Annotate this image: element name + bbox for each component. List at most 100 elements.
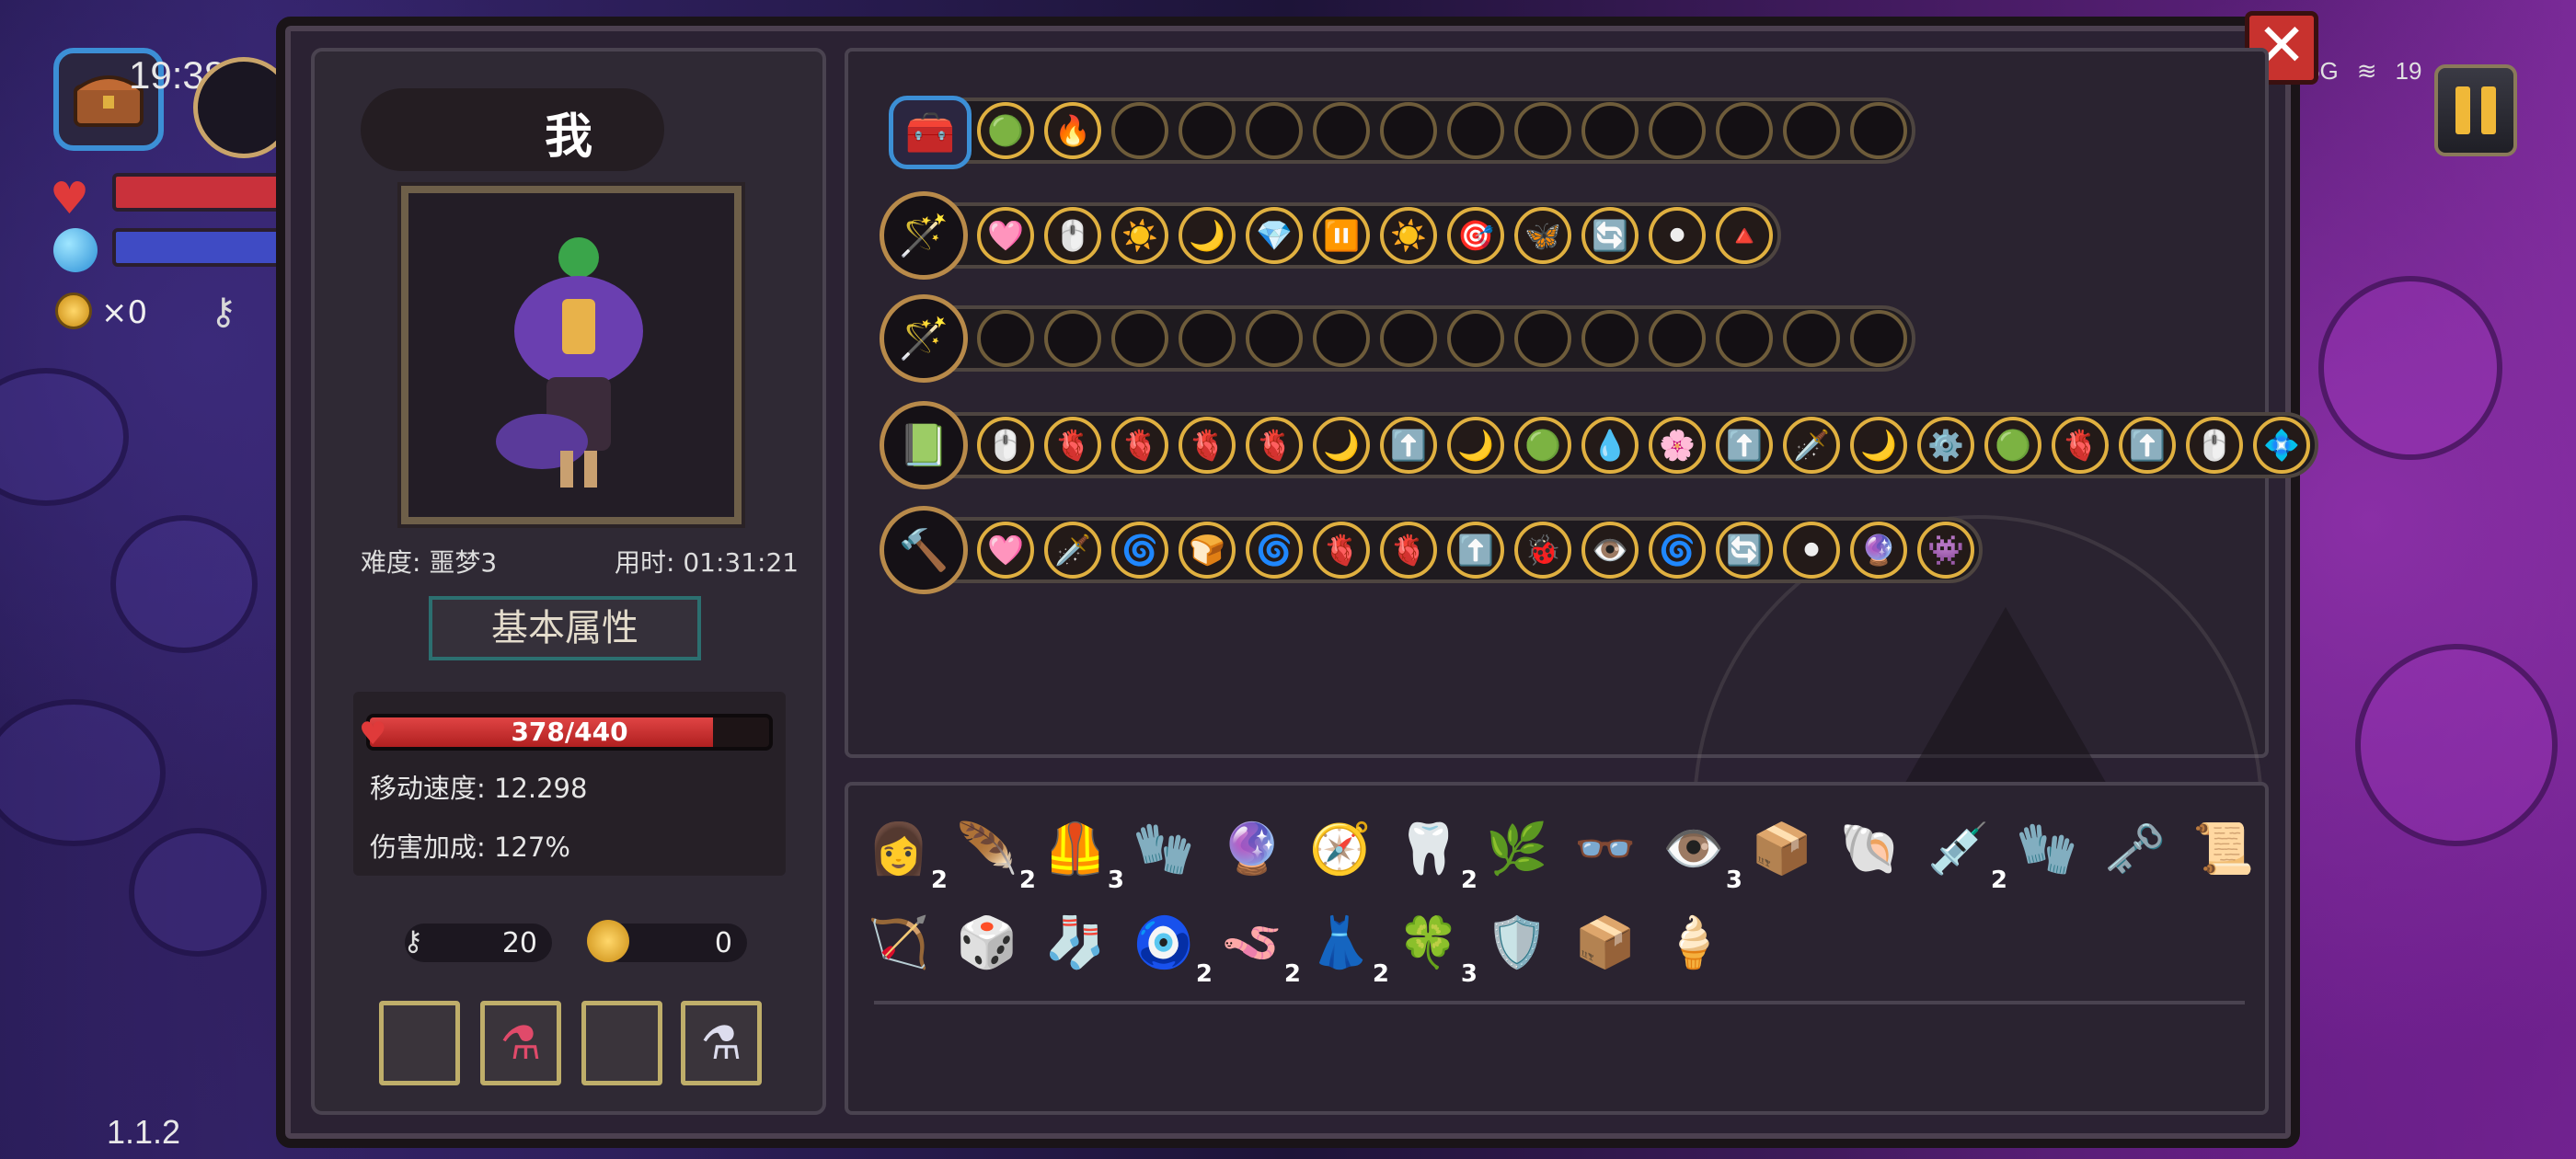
relic-item[interactable]: 🔮 bbox=[1213, 809, 1292, 889]
rune-slot-filled[interactable]: ⏸️ bbox=[1313, 207, 1370, 264]
staff-icon[interactable]: 🪄 bbox=[880, 294, 968, 383]
hammer-icon[interactable]: 🔨 bbox=[880, 506, 968, 594]
rune-slot-filled[interactable]: 🔄 bbox=[1716, 522, 1773, 579]
rune-slot-filled[interactable]: ⚙️ bbox=[1917, 417, 1974, 474]
rune-slot-empty[interactable] bbox=[1313, 102, 1370, 159]
rune-slot-filled[interactable]: 🖱️ bbox=[977, 417, 1034, 474]
rune-slot-filled[interactable]: 💧 bbox=[1581, 417, 1639, 474]
rune-slot-filled[interactable]: 🔥 bbox=[1044, 102, 1101, 159]
rune-slot-filled[interactable]: ⬆️ bbox=[1447, 522, 1504, 579]
relic-item[interactable]: 📜 bbox=[2184, 809, 2263, 889]
relic-item[interactable]: 🧭 bbox=[1301, 809, 1380, 889]
rune-slot-empty[interactable] bbox=[1111, 102, 1168, 159]
relic-item[interactable]: 🦺 3 bbox=[1036, 809, 1124, 894]
consumable-slot-1[interactable] bbox=[379, 1001, 460, 1085]
rune-slot-filled[interactable]: 🖱️ bbox=[1044, 207, 1101, 264]
rune-slot-filled[interactable]: 🌙 bbox=[1179, 207, 1236, 264]
relic-item[interactable]: 🍦 bbox=[1654, 903, 1733, 982]
relic-item[interactable]: 🪶 2 bbox=[948, 809, 1036, 894]
rune-slot-empty[interactable] bbox=[1447, 310, 1504, 367]
relic-item[interactable]: 🗝️ bbox=[2096, 809, 2175, 889]
rune-slot-filled[interactable]: 🐞 bbox=[1514, 522, 1571, 579]
relic-item[interactable]: 🧦 bbox=[1036, 903, 1115, 982]
rune-slot-filled[interactable]: 🌙 bbox=[1447, 417, 1504, 474]
rune-slot-filled[interactable]: ☀️ bbox=[1111, 207, 1168, 264]
rune-slot-filled[interactable]: 🌙 bbox=[1850, 417, 1907, 474]
relic-item[interactable]: 👗 2 bbox=[1301, 903, 1389, 988]
rune-slot-filled[interactable]: 🔄 bbox=[1581, 207, 1639, 264]
pause-button[interactable] bbox=[2434, 64, 2517, 156]
relic-item[interactable]: 🌿 bbox=[1478, 809, 1557, 889]
staff-icon[interactable]: 🪄 bbox=[880, 191, 968, 280]
relic-item[interactable]: 🦷 2 bbox=[1389, 809, 1478, 894]
rune-slot-empty[interactable] bbox=[1246, 310, 1303, 367]
chest-icon[interactable]: 🧰 bbox=[889, 96, 972, 169]
rune-slot-filled[interactable]: ⬆️ bbox=[1716, 417, 1773, 474]
rune-slot-empty[interactable] bbox=[1783, 310, 1840, 367]
rune-slot-empty[interactable] bbox=[1179, 310, 1236, 367]
tab-basic-attributes[interactable]: 基本属性 bbox=[429, 596, 701, 660]
rune-slot-filled[interactable]: 🟢 bbox=[1514, 417, 1571, 474]
rune-slot-empty[interactable] bbox=[1447, 102, 1504, 159]
rune-slot-filled[interactable]: ⬆️ bbox=[2119, 417, 2176, 474]
rune-slot-filled[interactable]: 👁️ bbox=[1581, 522, 1639, 579]
relic-item[interactable]: 🧤 bbox=[1124, 809, 1203, 889]
rune-slot-filled[interactable]: 🟢 bbox=[977, 102, 1034, 159]
book-icon[interactable]: 📗 bbox=[880, 401, 968, 489]
rune-slot-filled[interactable]: 🌀 bbox=[1649, 522, 1706, 579]
rune-slot-filled[interactable]: ⚫ bbox=[1783, 522, 1840, 579]
relic-item[interactable]: 🧿 2 bbox=[1124, 903, 1213, 988]
rune-slot-filled[interactable]: 🔺 bbox=[1716, 207, 1773, 264]
rune-slot-filled[interactable]: 🔮 bbox=[1850, 522, 1907, 579]
relic-item[interactable]: 🪱 2 bbox=[1213, 903, 1301, 988]
relic-item[interactable]: 🏹 bbox=[859, 903, 938, 982]
rune-slot-empty[interactable] bbox=[1850, 310, 1907, 367]
relic-item[interactable]: 🎲 bbox=[948, 903, 1027, 982]
relic-item[interactable]: 👩 2 bbox=[859, 809, 948, 894]
rune-slot-filled[interactable]: 🌀 bbox=[1111, 522, 1168, 579]
rune-slot-empty[interactable] bbox=[1716, 102, 1773, 159]
rune-slot-empty[interactable] bbox=[977, 310, 1034, 367]
consumable-slot-3[interactable] bbox=[581, 1001, 662, 1085]
relic-item[interactable]: 🛡️ bbox=[1478, 903, 1557, 982]
rune-slot-filled[interactable]: 💎 bbox=[1246, 207, 1303, 264]
relic-item[interactable]: 📦 bbox=[1742, 809, 1822, 889]
rune-slot-empty[interactable] bbox=[1581, 102, 1639, 159]
rune-slot-filled[interactable]: 💠 bbox=[2253, 417, 2310, 474]
consumable-slot-4[interactable]: ⚗ bbox=[681, 1001, 762, 1085]
rune-slot-empty[interactable] bbox=[1380, 310, 1437, 367]
rune-slot-empty[interactable] bbox=[1246, 102, 1303, 159]
rune-slot-filled[interactable]: 👾 bbox=[1917, 522, 1974, 579]
rune-slot-empty[interactable] bbox=[1313, 310, 1370, 367]
rune-slot-empty[interactable] bbox=[1581, 310, 1639, 367]
relic-item[interactable]: 👁️ 3 bbox=[1654, 809, 1742, 894]
rune-slot-filled[interactable]: 🎯 bbox=[1447, 207, 1504, 264]
rune-slot-empty[interactable] bbox=[1716, 310, 1773, 367]
rune-slot-filled[interactable]: 🫀 bbox=[1313, 522, 1370, 579]
rune-slot-filled[interactable]: ⚫ bbox=[1649, 207, 1706, 264]
rune-slot-filled[interactable]: 🩷 bbox=[977, 522, 1034, 579]
rune-slot-empty[interactable] bbox=[1514, 310, 1571, 367]
rune-slot-empty[interactable] bbox=[1514, 102, 1571, 159]
rune-slot-filled[interactable]: 🫀 bbox=[1179, 417, 1236, 474]
rune-slot-filled[interactable]: 🦋 bbox=[1514, 207, 1571, 264]
rune-slot-empty[interactable] bbox=[1850, 102, 1907, 159]
consumable-slot-2[interactable]: ⚗ bbox=[480, 1001, 561, 1085]
rune-slot-filled[interactable]: 🌙 bbox=[1313, 417, 1370, 474]
relic-item[interactable]: 🐚 bbox=[1831, 809, 1910, 889]
rune-slot-filled[interactable]: 🫀 bbox=[1111, 417, 1168, 474]
rune-slot-filled[interactable]: 🩷 bbox=[977, 207, 1034, 264]
rune-slot-empty[interactable] bbox=[1649, 102, 1706, 159]
rune-slot-filled[interactable]: 🗡️ bbox=[1783, 417, 1840, 474]
rune-slot-empty[interactable] bbox=[1649, 310, 1706, 367]
rune-slot-filled[interactable]: 🖱️ bbox=[2186, 417, 2243, 474]
rune-slot-empty[interactable] bbox=[1380, 102, 1437, 159]
rune-slot-filled[interactable]: 🫀 bbox=[1380, 522, 1437, 579]
rune-slot-filled[interactable]: 🫀 bbox=[1246, 417, 1303, 474]
rune-slot-filled[interactable]: 🫀 bbox=[2052, 417, 2109, 474]
relic-item[interactable]: 🍀 3 bbox=[1389, 903, 1478, 988]
rune-slot-empty[interactable] bbox=[1179, 102, 1236, 159]
rune-slot-empty[interactable] bbox=[1044, 310, 1101, 367]
rune-slot-filled[interactable]: 🗡️ bbox=[1044, 522, 1101, 579]
rune-slot-filled[interactable]: 🟢 bbox=[1984, 417, 2041, 474]
